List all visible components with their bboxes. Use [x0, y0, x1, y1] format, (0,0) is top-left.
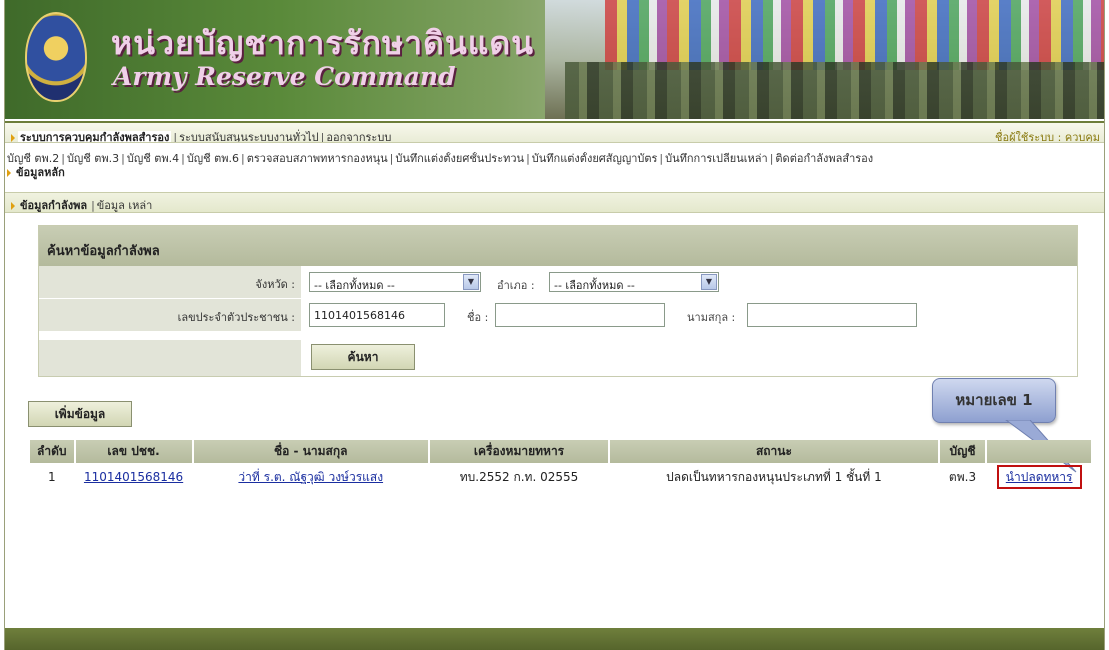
province-select[interactable]: -- เลือกทั้งหมด -- ▼ — [309, 272, 481, 292]
sub-menu-item[interactable]: บันทึกแต่งตั้งยศสัญญาบัตร — [532, 152, 658, 165]
name-link[interactable]: ว่าที่ ร.ต. ณัฐวุฒิ วงษ์วรแสง — [238, 470, 383, 484]
col-header-action — [987, 440, 1091, 463]
surname-input[interactable] — [747, 303, 917, 327]
col-header-badge: เครื่องหมายทหาร — [429, 440, 609, 463]
footer-bar — [5, 628, 1104, 650]
site-title-english: Army Reserve Command — [113, 62, 456, 91]
search-button[interactable]: ค้นหา — [311, 344, 415, 370]
sub-menu-item[interactable]: บัญชี ตพ.4 — [127, 152, 179, 165]
emblem-logo — [25, 12, 87, 102]
arrow-icon — [7, 169, 11, 177]
chevron-down-icon: ▼ — [463, 274, 479, 290]
callout-number-1: หมายเลข 1 — [932, 378, 1056, 423]
tab-personnel-data[interactable]: ข้อมูลกำลังพล — [18, 199, 89, 212]
col-header-status: สถานะ — [610, 440, 938, 463]
name-input[interactable] — [495, 303, 665, 327]
cell-status: ปลดเป็นทหารกองหนุนประเภทที่ 1 ชั้นที่ 1 — [666, 469, 882, 484]
blank-label — [39, 340, 301, 376]
name-label: ชื่อ : — [467, 311, 489, 324]
sub-menu-item[interactable]: ตรวจสอบสภาพทหารกองหนุน — [247, 152, 388, 165]
sub-menu-item[interactable]: บันทึกการเปลี่ยนเหล่า — [665, 152, 768, 165]
results-table: ลำดับ เลข ปชช. ชื่อ - นามสกุล เครื่องหมา… — [28, 438, 1093, 491]
arrow-icon — [11, 134, 15, 142]
cell-account: ตพ.3 — [948, 469, 977, 484]
sub-menu-bar: บัญชี ตพ.2 | บัญชี ตพ.3 | บัญชี ตพ.4 | บัญชี ต… — [7, 152, 874, 179]
top-menu-bar: ระบบการควบคุมกำลังพลสำรอง | ระบบสนับสนุนระ… — [5, 121, 1104, 143]
top-menu-item-logout[interactable]: ออกจากระบบ — [326, 131, 391, 142]
top-menu-item-general-support[interactable]: ระบบสนับสนุนระบบงานทั่วไป — [179, 131, 319, 142]
surname-label: นามสกุล : — [687, 311, 736, 324]
district-select[interactable]: -- เลือกทั้งหมด -- ▼ — [549, 272, 719, 292]
search-row-location: จังหวัด : -- เลือกทั้งหมด -- ▼ อำเภอ : --… — [39, 266, 1077, 298]
chevron-down-icon: ▼ — [701, 274, 717, 290]
table-header-row: ลำดับ เลข ปชช. ชื่อ - นามสกุล เครื่องหมา… — [30, 440, 1091, 463]
banner-troops — [565, 62, 1104, 119]
district-label: อำเภอ : — [497, 279, 535, 292]
province-label: จังหวัด : — [39, 266, 301, 298]
table-row: 1 1101401568146 ว่าที่ ร.ต. ณัฐวุฒิ วงษ์… — [30, 464, 1091, 489]
sub-menu-item-main-data[interactable]: ข้อมูลหลัก — [14, 166, 67, 179]
search-row-action: ค้นหา — [39, 340, 1077, 376]
sub-menu-item[interactable]: ติดต่อกำลังพลสำรอง — [775, 152, 873, 165]
header-banner: หน่วยบัญชาการรักษาดินแดน Army Reserve Co… — [5, 0, 1104, 119]
discharge-link[interactable]: นำปลดทหาร — [996, 464, 1082, 489]
id-input[interactable]: 1101401568146 — [309, 303, 445, 327]
tab-bar: ข้อมูลกำลังพล | ข้อมูล เหล่า — [5, 192, 1104, 213]
banner-flags — [605, 0, 1104, 70]
search-row-identity: เลขประจำตัวประชาชน : 1101401568146 ชื่อ … — [39, 299, 1077, 338]
cell-badge: ทบ.2552 ก.ท. 02555 — [459, 469, 579, 484]
search-panel-title: ค้นหาข้อมูลกำลังพล — [39, 226, 1077, 266]
add-data-button[interactable]: เพิ่มข้อมูล — [28, 401, 132, 427]
sub-menu-item[interactable]: บัญชี ตพ.3 — [67, 152, 119, 165]
search-panel: ค้นหาข้อมูลกำลังพล จังหวัด : -- เลือกทั้… — [38, 225, 1078, 377]
id-label: เลขประจำตัวประชาชน : — [39, 299, 301, 331]
col-header-name: ชื่อ - นามสกุล — [193, 440, 428, 463]
col-header-citizen-id: เลข ปชช. — [75, 440, 192, 463]
sub-menu-item[interactable]: บันทึกแต่งตั้งยศชั้นประทวน — [395, 152, 524, 165]
sub-menu-item[interactable]: บัญชี ตพ.2 — [7, 152, 59, 165]
col-header-no: ลำดับ — [30, 440, 74, 463]
col-header-account: บัญชี — [939, 440, 986, 463]
cell-no: 1 — [47, 470, 56, 484]
sub-menu-item[interactable]: บัญชี ตพ.6 — [187, 152, 239, 165]
tab-branch-data[interactable]: ข้อมูล เหล่า — [97, 199, 153, 212]
citizen-id-link[interactable]: 1101401568146 — [84, 470, 183, 484]
arrow-icon — [11, 202, 15, 210]
user-label: ชื่อผู้ใช้ระบบ : ควบคุม — [995, 131, 1100, 143]
top-menu-item-reserve-control[interactable]: ระบบการควบคุมกำลังพลสำรอง — [18, 131, 172, 142]
